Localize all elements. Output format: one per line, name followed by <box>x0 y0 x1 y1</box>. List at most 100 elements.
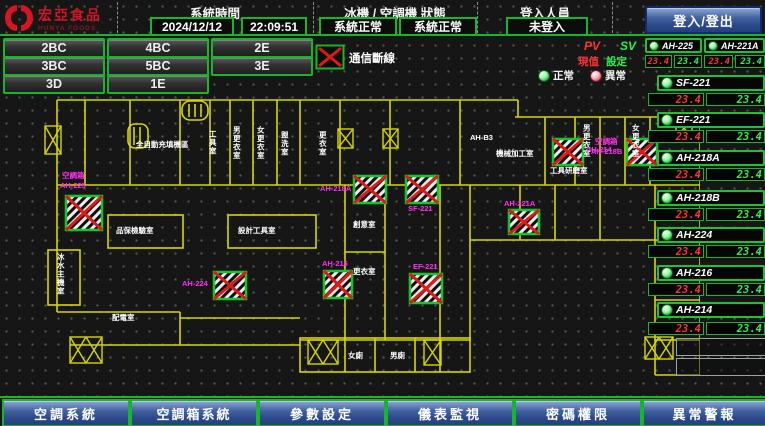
unit-status-lamp <box>661 77 673 89</box>
unit-panel: AH-225 23.4 23.4 AH-221A 23.4 23.4 SF-22… <box>645 38 765 396</box>
equipment-label: AH-216 <box>322 260 348 268</box>
room-label: 更衣室 <box>353 268 376 276</box>
floor-button-5bc[interactable]: 5BC <box>107 56 209 76</box>
floor-button-2e[interactable]: 2E <box>211 38 313 58</box>
pv-value: 23.4 <box>648 245 704 258</box>
unit-button-ef-221[interactable]: EF-221 <box>657 112 765 128</box>
sv-value: 23.4 <box>735 55 765 68</box>
equipment-label: AH-224 <box>182 280 208 288</box>
equipment-label: AH-218B <box>591 148 622 156</box>
nav-button-password-authority[interactable]: 密碼權限 <box>514 399 642 426</box>
floor-button-3e[interactable]: 3E <box>211 56 313 76</box>
equipment-label: EF-221 <box>413 263 438 271</box>
room-label: 配電室 <box>112 314 135 322</box>
room-label: 女更衣室 <box>256 126 264 182</box>
marker-ah-225[interactable] <box>66 196 102 230</box>
pv-value: 23.4 <box>648 322 704 335</box>
hunya-logo-icon <box>4 4 34 32</box>
room-label: 女廁 <box>348 352 363 360</box>
unit-button-ah-221a[interactable]: AH-221A <box>704 38 765 53</box>
sv-value: 23.4 <box>706 208 765 221</box>
comm-loss-legend-icon <box>315 44 345 70</box>
unit-name: AH-218B <box>676 192 720 204</box>
sv-value: 23.4 <box>706 245 765 258</box>
nav-button-hvac-system[interactable]: 空調系統 <box>2 399 130 426</box>
room-label: 盥洗室 <box>280 131 288 181</box>
unit-status-lamp <box>661 229 673 241</box>
floor-button-4bc[interactable]: 4BC <box>107 38 209 58</box>
unit-name: AH-216 <box>676 267 712 279</box>
unit-button-sf-221[interactable]: SF-221 <box>657 75 765 91</box>
normal-lamp-icon <box>538 70 550 82</box>
unit-button-ah-218a[interactable]: AH-218A <box>657 150 765 166</box>
pv-header-label: PV <box>584 39 600 53</box>
unit-name: AH-225 <box>662 41 693 51</box>
header-separator <box>313 2 314 33</box>
equipment-label: 空調箱 <box>62 172 85 180</box>
logo-subtitle: HUNYA FOODS <box>38 25 102 32</box>
abnormal-legend: 異常 <box>590 68 626 83</box>
unit-name: AH-224 <box>676 229 712 241</box>
room-label: 創意室 <box>353 221 376 229</box>
unit-status-lamp <box>661 267 673 279</box>
room-label: 品保檢驗室 <box>116 227 154 235</box>
abnormal-legend-label: 異常 <box>605 68 626 83</box>
floor-button-2bc[interactable]: 2BC <box>3 38 105 58</box>
unit-name: SF-221 <box>676 77 710 89</box>
hmi-screen: 宏亞食品 HUNYA FOODS 系統時間 2024/12/12 22:09:5… <box>0 0 765 426</box>
marker-sf-221[interactable] <box>406 176 438 203</box>
nav-button-parameter-settings[interactable]: 參數設定 <box>258 399 386 426</box>
normal-legend: 正常 <box>538 68 574 83</box>
marker-ah-224[interactable] <box>214 272 246 299</box>
nav-button-alarm[interactable]: 異常警報 <box>642 399 765 426</box>
floor-button-1e[interactable]: 1E <box>107 74 209 94</box>
marker-ef-221[interactable] <box>410 274 442 303</box>
room-label: 男廁 <box>390 352 405 360</box>
marker-ah-221a[interactable] <box>509 210 539 234</box>
floor-button-3d[interactable]: 3D <box>3 74 105 94</box>
equipment-label: AH-221A <box>504 200 535 208</box>
sv-value: 23.4 <box>706 322 765 335</box>
header-separator <box>117 2 118 33</box>
nav-button-ahu-system[interactable]: 空調箱系統 <box>130 399 258 426</box>
sv-value: 23.4 <box>706 130 765 143</box>
floor-button-3bc[interactable]: 3BC <box>3 56 105 76</box>
room-label: 冰水主機室 <box>56 253 64 303</box>
pv-value: 23.4 <box>648 283 704 296</box>
unit-button-ah-216[interactable]: AH-216 <box>657 265 765 281</box>
unit-button-ah-214[interactable]: AH-214 <box>657 302 765 318</box>
equipment-label: SF-221 <box>408 205 433 213</box>
nav-divider-line <box>0 396 765 398</box>
sv-value: 23.4 <box>674 55 702 68</box>
room-label: AH-B3 <box>470 134 493 142</box>
unit-button-ah-225[interactable]: AH-225 <box>645 38 702 53</box>
pv-value: 23.4 <box>648 168 704 181</box>
unit-name: AH-218A <box>676 152 720 164</box>
unit-name: EF-221 <box>676 114 710 126</box>
login-logout-button[interactable]: 登入/登出 <box>645 6 762 34</box>
equipment-label: AH-225 <box>60 182 86 190</box>
marker-ah-218a[interactable] <box>354 176 386 203</box>
empty-slot <box>676 358 765 376</box>
equipment-label: AH-218A <box>320 185 351 193</box>
sv-value: 23.4 <box>706 168 765 181</box>
comm-loss-legend-label: 通信斷線 <box>349 50 395 66</box>
brand-logo: 宏亞食品 HUNYA FOODS <box>4 3 114 33</box>
marker-ah-216[interactable] <box>324 271 352 298</box>
unit-button-ah-224[interactable]: AH-224 <box>657 227 765 243</box>
room-label: 女更衣室 <box>631 124 639 180</box>
unit-status-lamp <box>661 152 673 164</box>
nav-button-meter-monitor[interactable]: 儀表監視 <box>386 399 514 426</box>
empty-slot <box>676 338 765 356</box>
pv-value: 23.4 <box>648 208 704 221</box>
pv-value: 23.4 <box>648 93 704 106</box>
pv-value: 23.4 <box>648 130 704 143</box>
unit-button-ah-218b[interactable]: AH-218B <box>657 190 765 206</box>
pv-value: 23.4 <box>645 55 672 68</box>
room-label: 機械加工室 <box>496 150 534 158</box>
pv-value: 23.4 <box>704 55 733 68</box>
sv-header-cn-label: 設定 <box>606 54 627 69</box>
header-separator <box>477 2 478 33</box>
marker-ah-214[interactable] <box>553 139 583 165</box>
room-label: 全自動充填機區 <box>136 141 189 149</box>
